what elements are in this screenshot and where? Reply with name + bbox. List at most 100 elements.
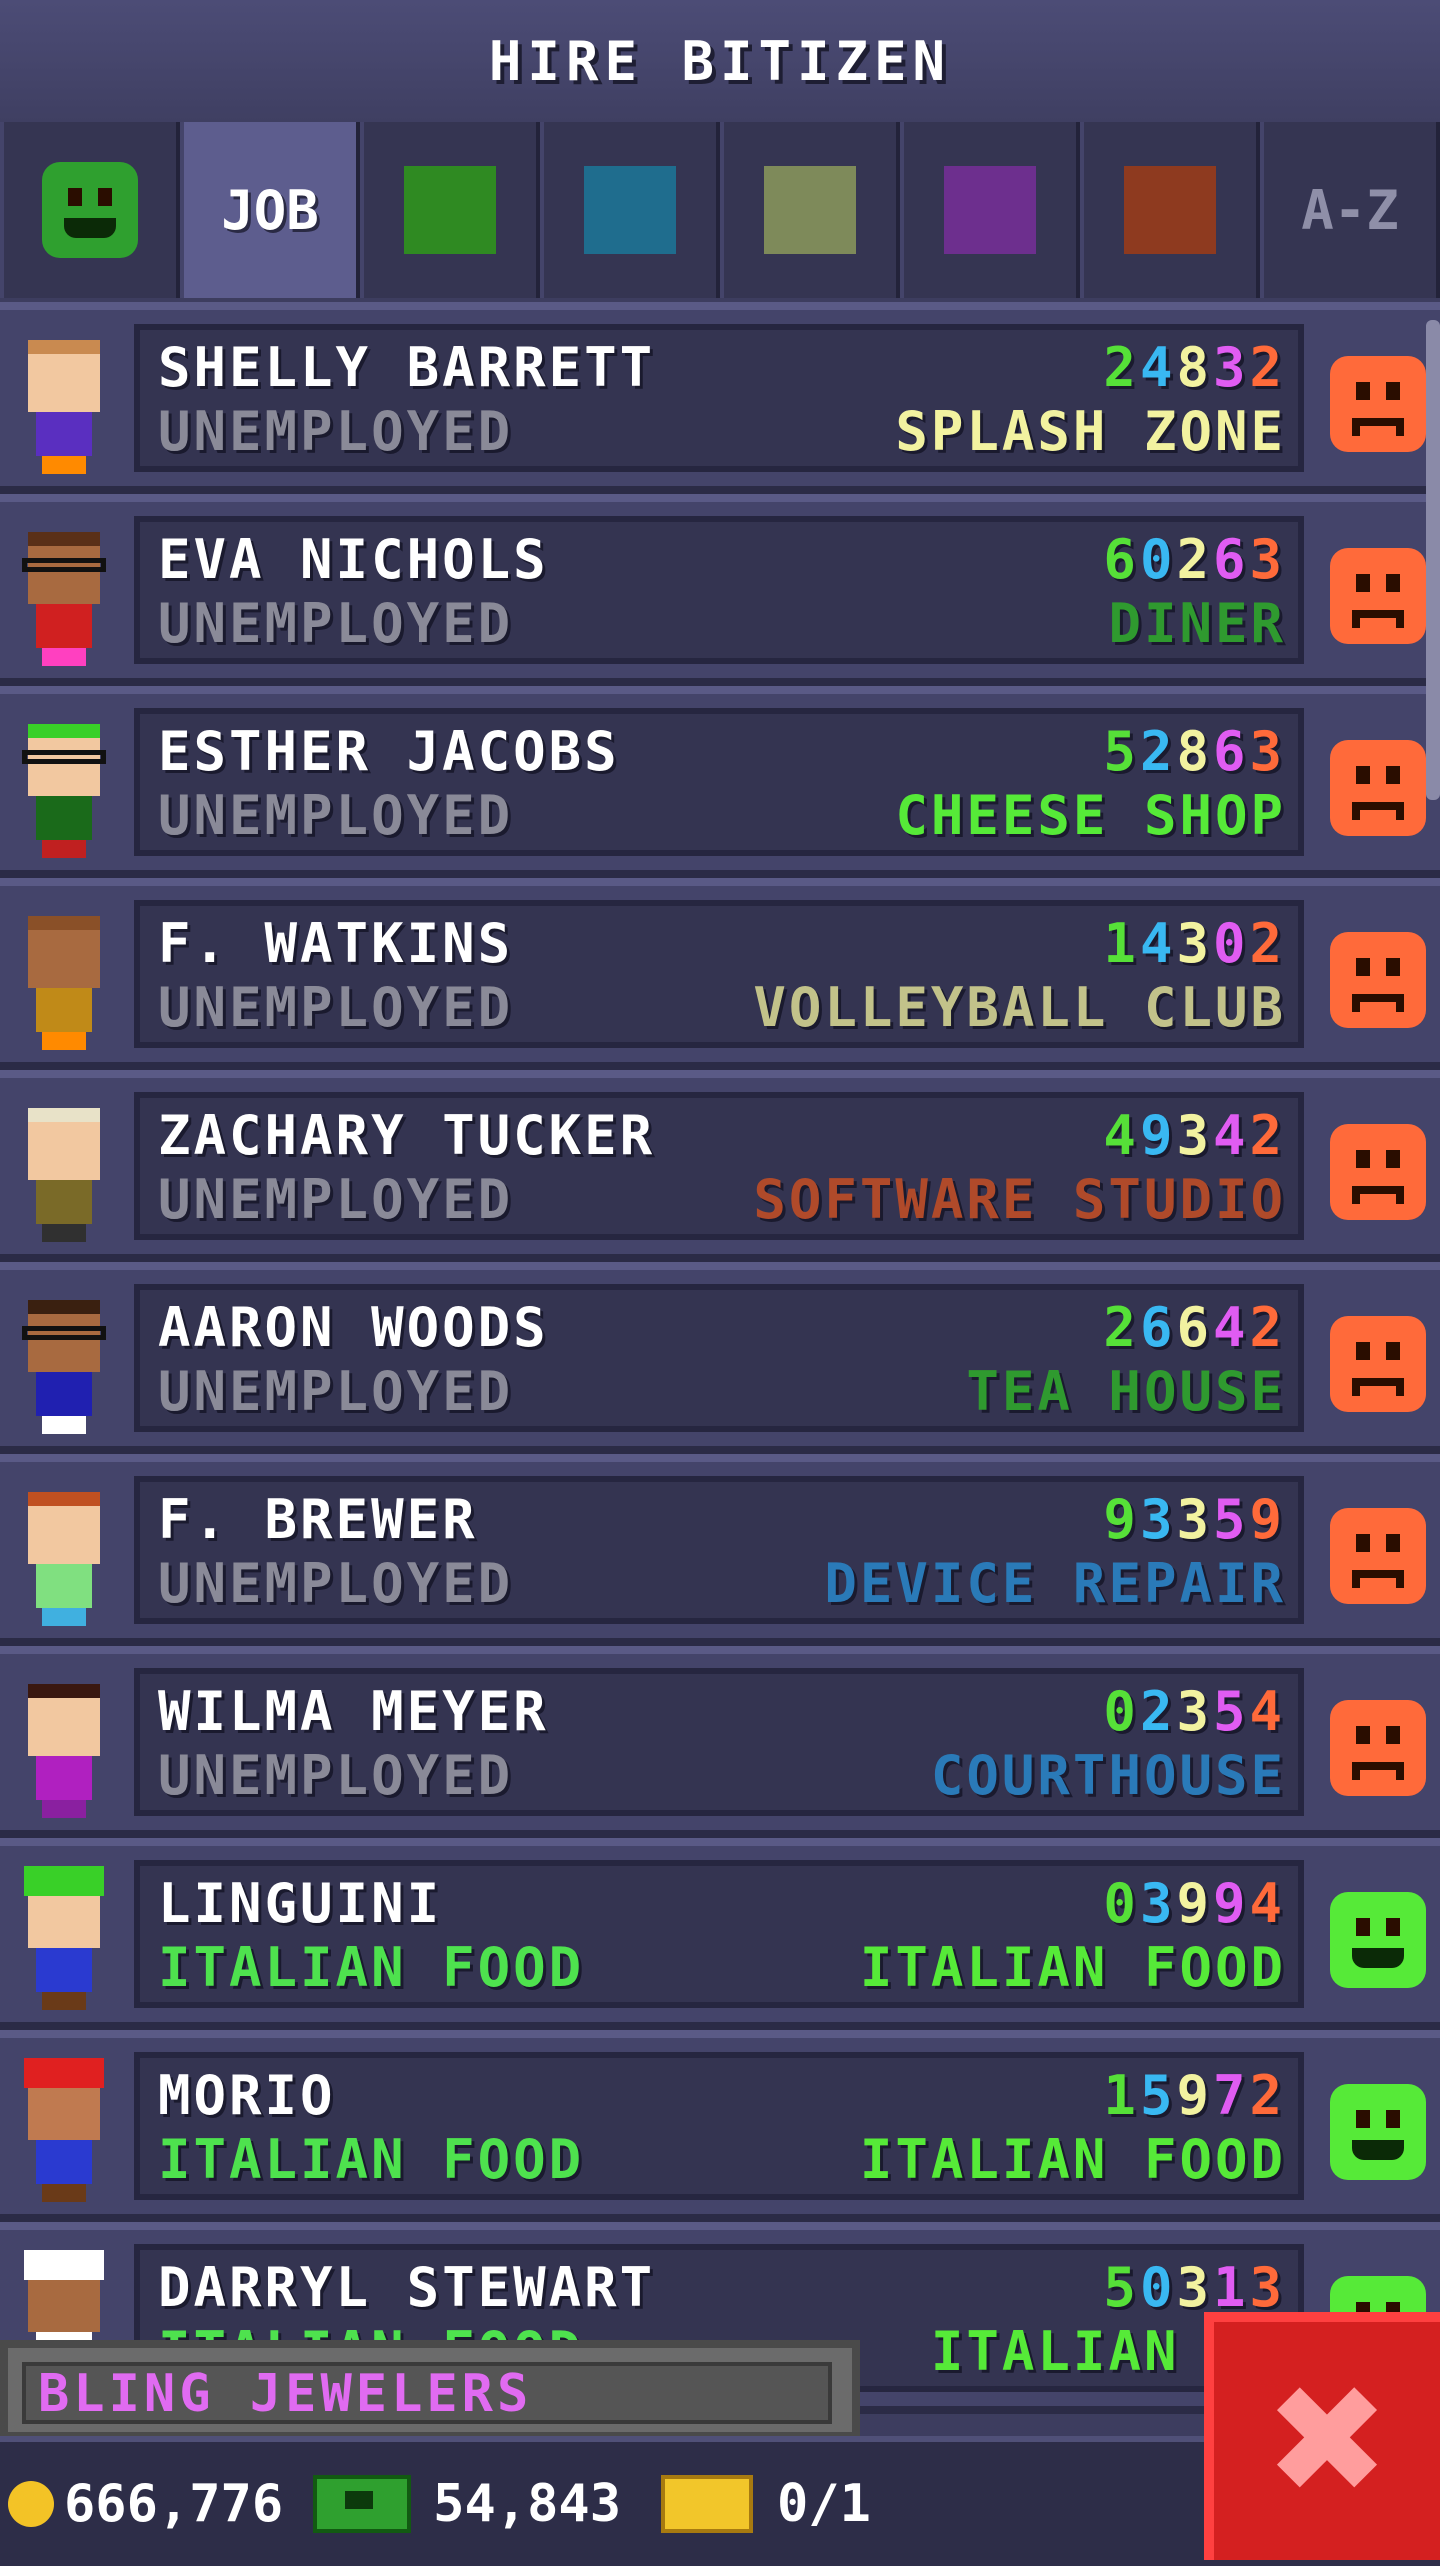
skill-digit: 5 (1139, 2064, 1177, 2127)
skill-digit: 6 (1212, 720, 1250, 783)
happy-face-icon (1330, 1892, 1426, 1988)
bux-count: 54,843 (433, 2474, 621, 2534)
skill-digit: 9 (1139, 1104, 1177, 1167)
unhappy-face-icon (1330, 1124, 1426, 1220)
unhappy-face-icon (1330, 740, 1426, 836)
skill-digit: 7 (1212, 2064, 1250, 2127)
skill-stats: 03994 (1103, 1872, 1286, 1935)
dream-job: DINER (1108, 592, 1286, 655)
bitizen-avatar (14, 1098, 114, 1248)
bitizen-row[interactable]: ZACHARY TUCKER UNEMPLOYED 49342 SOFTWARE ST… (0, 1070, 1440, 1262)
skill-digit: 4 (1249, 1680, 1286, 1743)
skill-stats: 14302 (1103, 912, 1286, 975)
bitizen-row[interactable]: AARON WOODS UNEMPLOYED 26642 TEA HOUSE (0, 1262, 1440, 1454)
bitizen-name: WILMA MEYER (158, 1680, 549, 1743)
bitizen-avatar (14, 714, 114, 864)
skill-stats: 52863 (1103, 720, 1286, 783)
bitizen-name: ZACHARY TUCKER (158, 1104, 656, 1167)
skill-stats: 93359 (1103, 1488, 1286, 1551)
bitizen-row[interactable]: F. WATKINS UNEMPLOYED 14302 VOLLEYBALL CLUB (0, 878, 1440, 1070)
bitizen-avatar (14, 906, 114, 1056)
tab-mood[interactable] (0, 122, 180, 298)
bitizen-card: F. BREWER UNEMPLOYED 93359 DEVICE REPAIR (134, 1476, 1304, 1624)
bitizen-row[interactable]: WILMA MEYER UNEMPLOYED 02354 COURTHOUSE (0, 1646, 1440, 1838)
coin-icon (8, 2481, 54, 2527)
bitizen-avatar (14, 1674, 114, 1824)
skill-digit: 4 (1212, 1296, 1250, 1359)
skill-digit: 3 (1249, 720, 1286, 783)
bux-icon (313, 2475, 412, 2533)
skill-digit: 2 (1249, 1104, 1286, 1167)
skill-digit: 9 (1176, 2064, 1213, 2127)
skill-digit: 3 (1249, 2256, 1286, 2319)
tab-category-4[interactable] (720, 122, 900, 298)
bitizen-row[interactable]: MORIO ITALIAN FOOD 15972 ITALIAN FOOD (0, 2030, 1440, 2222)
tab-category-5[interactable] (900, 122, 1080, 298)
bitizen-row[interactable]: EVA NICHOLS UNEMPLOYED 60263 DINER (0, 494, 1440, 686)
floor-label: BLING JEWELERS (22, 2362, 832, 2424)
close-button[interactable]: ✖ (1204, 2312, 1440, 2560)
skill-stats: 60263 (1103, 528, 1286, 591)
bitizen-card: F. WATKINS UNEMPLOYED 14302 VOLLEYBALL CLUB (134, 900, 1304, 1048)
skill-digit: 3 (1139, 1872, 1177, 1935)
bitizen-job-status: UNEMPLOYED (158, 976, 514, 1039)
skill-digit: 9 (1212, 1872, 1250, 1935)
skill-digit: 6 (1139, 1296, 1177, 1359)
bitizen-job-status: UNEMPLOYED (158, 1552, 514, 1615)
skill-digit: 4 (1139, 912, 1177, 975)
skill-digit: 2 (1249, 336, 1286, 399)
bitizen-row[interactable]: F. BREWER UNEMPLOYED 93359 DEVICE REPAIR (0, 1454, 1440, 1646)
service-category-swatch (584, 166, 676, 254)
bitizen-card: ZACHARY TUCKER UNEMPLOYED 49342 SOFTWARE ST… (134, 1092, 1304, 1240)
page-title: HIRE BITIZEN (488, 29, 952, 93)
bitizen-name: ESTHER JACOBS (158, 720, 620, 783)
bitizen-row[interactable]: ESTHER JACOBS UNEMPLOYED 52863 CHEESE SHOP (0, 686, 1440, 878)
happy-face-icon (42, 162, 138, 258)
skill-digit: 6 (1176, 1296, 1213, 1359)
scrollbar[interactable] (1426, 320, 1440, 800)
dream-job: CHEESE SHOP (895, 784, 1286, 847)
bitizen-list[interactable]: SHELLY BARRETT UNEMPLOYED 24832 SPLASH ZONE… (0, 302, 1440, 2414)
retail-category-swatch (944, 166, 1036, 254)
unhappy-face-icon (1330, 1316, 1426, 1412)
screen-header: HIRE BITIZEN (0, 0, 1440, 122)
skill-digit: 1 (1103, 912, 1140, 975)
tab-category-3[interactable] (540, 122, 720, 298)
ticket-count: 0/1 (777, 2474, 871, 2534)
skill-digit: 8 (1176, 720, 1213, 783)
skill-digit: 9 (1103, 1488, 1140, 1551)
bitizen-card: LINGUINI ITALIAN FOOD 03994 ITALIAN FOOD (134, 1860, 1304, 2008)
tab-category-2[interactable] (360, 122, 540, 298)
skill-digit: 2 (1249, 2064, 1286, 2127)
bitizen-job-status: UNEMPLOYED (158, 592, 514, 655)
bitizen-job-status: UNEMPLOYED (158, 400, 514, 463)
recreation-category-swatch (764, 166, 856, 254)
skill-digit: 3 (1249, 528, 1286, 591)
skill-digit: 2 (1139, 1680, 1177, 1743)
skill-digit: 3 (1176, 912, 1213, 975)
tab-category-6[interactable] (1080, 122, 1260, 298)
skill-digit: 2 (1249, 1296, 1286, 1359)
bitizen-row[interactable]: LINGUINI ITALIAN FOOD 03994 ITALIAN FOOD (0, 1838, 1440, 2030)
bitizen-name: MORIO (158, 2064, 336, 2127)
coins-count: 666,776 (64, 2474, 284, 2534)
bitizen-row[interactable]: SHELLY BARRETT UNEMPLOYED 24832 SPLASH ZONE (0, 302, 1440, 494)
skill-stats: 24832 (1103, 336, 1286, 399)
close-icon: ✖ (1264, 2354, 1390, 2528)
tab-job[interactable]: JOB (180, 122, 360, 298)
bitizen-name: F. BREWER (158, 1488, 478, 1551)
skill-digit: 4 (1139, 336, 1177, 399)
tab-a-z[interactable]: A-Z (1260, 122, 1440, 298)
bitizen-name: LINGUINI (158, 1872, 443, 1935)
skill-digit: 4 (1103, 1104, 1140, 1167)
bitizen-name: F. WATKINS (158, 912, 514, 975)
tab-label: JOB (221, 178, 319, 242)
skill-digit: 9 (1249, 1488, 1286, 1551)
unhappy-face-icon (1330, 1508, 1426, 1604)
skill-digit: 8 (1176, 336, 1213, 399)
skill-digit: 4 (1212, 1104, 1250, 1167)
food-category-swatch (404, 166, 496, 254)
skill-digit: 5 (1103, 2256, 1140, 2319)
ticket-icon (661, 2475, 753, 2533)
skill-digit: 6 (1103, 528, 1140, 591)
